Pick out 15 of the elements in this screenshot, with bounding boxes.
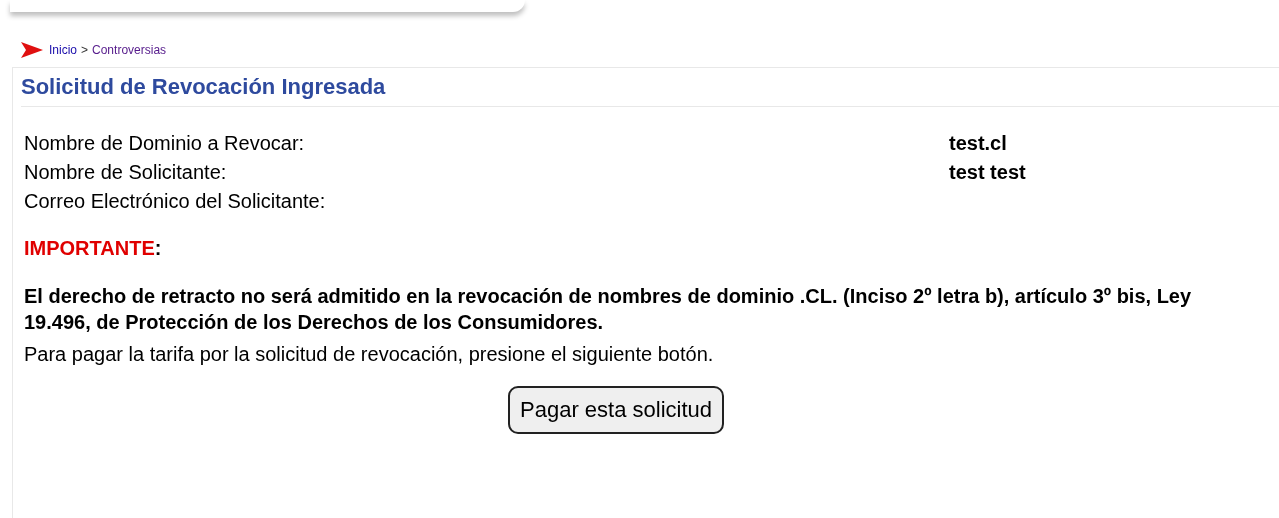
pay-button[interactable]: Pagar esta solicitud (508, 386, 724, 434)
breadcrumb-separator: > (81, 43, 89, 57)
important-label: IMPORTANTE (24, 237, 155, 260)
breadcrumb-link[interactable]: Controversias (92, 43, 167, 57)
breadcrumb-link[interactable]: Inicio (49, 43, 77, 57)
field-value: test test (949, 161, 1027, 184)
field-label: Nombre de Solicitante: (24, 161, 228, 184)
field-label: Nombre de Dominio a Revocar: (24, 132, 306, 155)
instruction-text: Para pagar la tarifa por la solicitud de revocación, presione el siguiente botón. (24, 342, 715, 367)
arrow-icon (21, 42, 43, 58)
field-value: test.cl (949, 132, 1008, 155)
notice-text: El derecho de retracto no será admitido en la revocación de nombres de dominio .CL. (Inciso 2º letra b), artículo 3º bis, Ley 19.496, de Protección de los Derechos de los Consumidores. (24, 284, 1193, 335)
important-colon: : (154, 237, 162, 260)
page-title: Solicitud de Revocación Ingresada (21, 68, 1279, 107)
field-label: Correo Electrónico del Solicitante: (24, 190, 327, 213)
